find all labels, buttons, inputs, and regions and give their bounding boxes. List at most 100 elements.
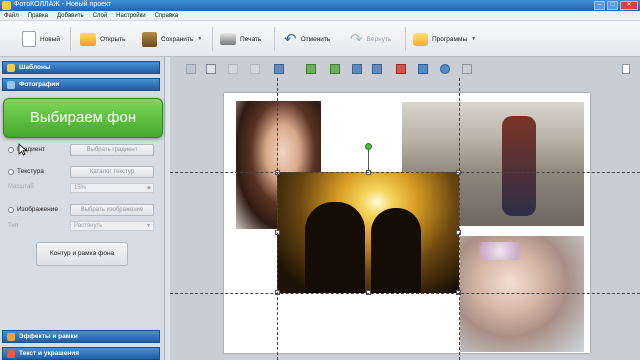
paste-icon[interactable] — [250, 64, 260, 74]
section-photos-label: Фотографии — [19, 81, 60, 88]
programs-icon — [413, 32, 428, 46]
section-photos[interactable]: Фотографии — [2, 78, 160, 91]
open-button[interactable]: Открыть — [80, 26, 126, 52]
choose-gradient-button[interactable]: Выбрать градиент — [70, 144, 154, 156]
photo-icon — [7, 80, 15, 89]
spinner-icon[interactable]: ◆ — [147, 184, 151, 192]
toolbar-separator — [212, 27, 213, 51]
menu-layer[interactable]: Слой — [93, 11, 108, 20]
programs-button[interactable]: Программы ▼ — [413, 26, 476, 52]
rotation-handle[interactable] — [365, 143, 372, 150]
maximize-button[interactable]: □ — [607, 1, 618, 10]
redo-icon: ↷ — [350, 30, 363, 48]
copy-icon[interactable] — [228, 64, 238, 74]
menu-help[interactable]: Справка — [155, 11, 179, 20]
menu-add[interactable]: Добавить — [57, 11, 84, 20]
guide-line-vertical[interactable] — [277, 78, 278, 360]
main-toolbar: Новый Открыть Сохранить ▼ Печать ↶ Отмен… — [0, 21, 640, 57]
layer-icon[interactable] — [186, 64, 196, 74]
new-button-label: Новый — [40, 35, 61, 43]
texture-label: Текстура — [17, 168, 44, 175]
flip-vertical-icon[interactable] — [372, 64, 382, 74]
save-icon — [142, 31, 157, 47]
section-text[interactable]: Текст и украшения — [2, 347, 160, 360]
type-select[interactable]: Растянуть ▼ — [70, 221, 154, 231]
rotate-left-icon[interactable] — [306, 64, 316, 74]
menu-bar: Файл Правка Добавить Слой Настройки Спра… — [0, 11, 640, 21]
flower-wreath — [470, 242, 530, 260]
image-label: Изображение — [17, 206, 58, 213]
section-text-label: Текст и украшения — [19, 350, 80, 357]
save-button-label: Сохранить — [161, 35, 194, 43]
delete-icon[interactable] — [396, 64, 406, 74]
section-effects-label: Эффекты и рамки — [19, 333, 78, 340]
section-templates[interactable]: Шаблоны — [2, 61, 160, 74]
align-icon[interactable] — [274, 64, 284, 74]
gradient-radio[interactable] — [8, 146, 14, 153]
callout-choose-background: Выбираем фон — [3, 98, 163, 138]
print-button[interactable]: Печать — [220, 26, 261, 52]
type-label: Тип — [8, 223, 19, 229]
guide-line-horizontal[interactable] — [170, 172, 640, 173]
printer-icon — [220, 33, 236, 45]
chevron-down-icon[interactable]: ▼ — [146, 222, 151, 230]
window-title: ФотоКОЛЛАЖ - Новый проект — [14, 1, 112, 8]
photo-woman-wreath[interactable] — [460, 236, 584, 352]
redo-button-label: Вернуть — [366, 35, 392, 43]
silhouette-right — [371, 208, 421, 293]
menu-settings[interactable]: Настройки — [116, 11, 145, 20]
close-button[interactable]: ✕ — [620, 1, 638, 10]
text-icon — [7, 349, 15, 358]
cursor-icon — [18, 143, 27, 156]
star-icon — [7, 63, 15, 72]
folder-icon — [80, 32, 96, 46]
toolbar-separator — [274, 27, 275, 51]
app-icon — [2, 1, 11, 10]
toolbar-separator — [405, 27, 406, 51]
silhouette-left — [305, 202, 365, 293]
open-button-label: Открыть — [100, 35, 126, 43]
menu-edit[interactable]: Правка — [28, 11, 48, 20]
flip-horizontal-icon[interactable] — [352, 64, 362, 74]
image-radio[interactable] — [8, 206, 14, 213]
guide-line-vertical[interactable] — [459, 78, 460, 360]
rotate-right-icon[interactable] — [330, 64, 340, 74]
section-templates-label: Шаблоны — [19, 64, 51, 71]
frame-button[interactable]: Контур и рамка фона — [36, 242, 128, 266]
undo-icon: ↶ — [284, 30, 297, 48]
scale-field[interactable]: 15% ◆ — [70, 183, 154, 193]
window-controls: – □ ✕ — [594, 1, 638, 10]
panel-toggle-icon[interactable] — [622, 64, 630, 74]
scale-value: 15% — [74, 185, 87, 191]
crop-icon[interactable] — [418, 64, 428, 74]
choose-image-button[interactable]: Выбрать изображение — [70, 204, 154, 216]
new-button[interactable]: Новый — [22, 26, 60, 52]
scale-label: Масштаб — [8, 184, 34, 190]
texture-option[interactable]: Текстура — [8, 168, 44, 175]
layers-icon[interactable] — [206, 64, 216, 74]
effects-icon — [7, 332, 15, 341]
title-bar: ФотоКОЛЛАЖ - Новый проект – □ ✕ — [0, 0, 640, 11]
guide-line-horizontal[interactable] — [170, 293, 640, 294]
type-value: Растянуть — [74, 223, 103, 229]
settings-icon[interactable] — [462, 64, 472, 74]
programs-button-label: Программы — [432, 35, 468, 43]
texture-catalog-button[interactable]: Каталог текстур — [70, 166, 154, 178]
image-option[interactable]: Изображение — [8, 206, 58, 213]
save-button[interactable]: Сохранить ▼ — [142, 26, 202, 52]
menu-file[interactable]: Файл — [4, 11, 19, 20]
undo-button[interactable]: ↶ Отменить — [284, 26, 330, 52]
photo-couple-sunset[interactable] — [277, 172, 459, 293]
texture-radio[interactable] — [8, 168, 14, 175]
print-button-label: Печать — [240, 35, 262, 43]
toolbar-separator — [70, 27, 71, 51]
rotation-stem — [368, 150, 369, 170]
redo-button[interactable]: ↷ Вернуть — [350, 26, 391, 52]
properties-icon[interactable] — [440, 64, 450, 74]
minimize-button[interactable]: – — [594, 1, 605, 10]
programs-dropdown-icon[interactable]: ▼ — [471, 36, 476, 42]
undo-button-label: Отменить — [300, 35, 331, 43]
couple-silhouette — [502, 116, 536, 216]
section-effects[interactable]: Эффекты и рамки — [2, 330, 160, 343]
save-dropdown-icon[interactable]: ▼ — [197, 36, 202, 42]
